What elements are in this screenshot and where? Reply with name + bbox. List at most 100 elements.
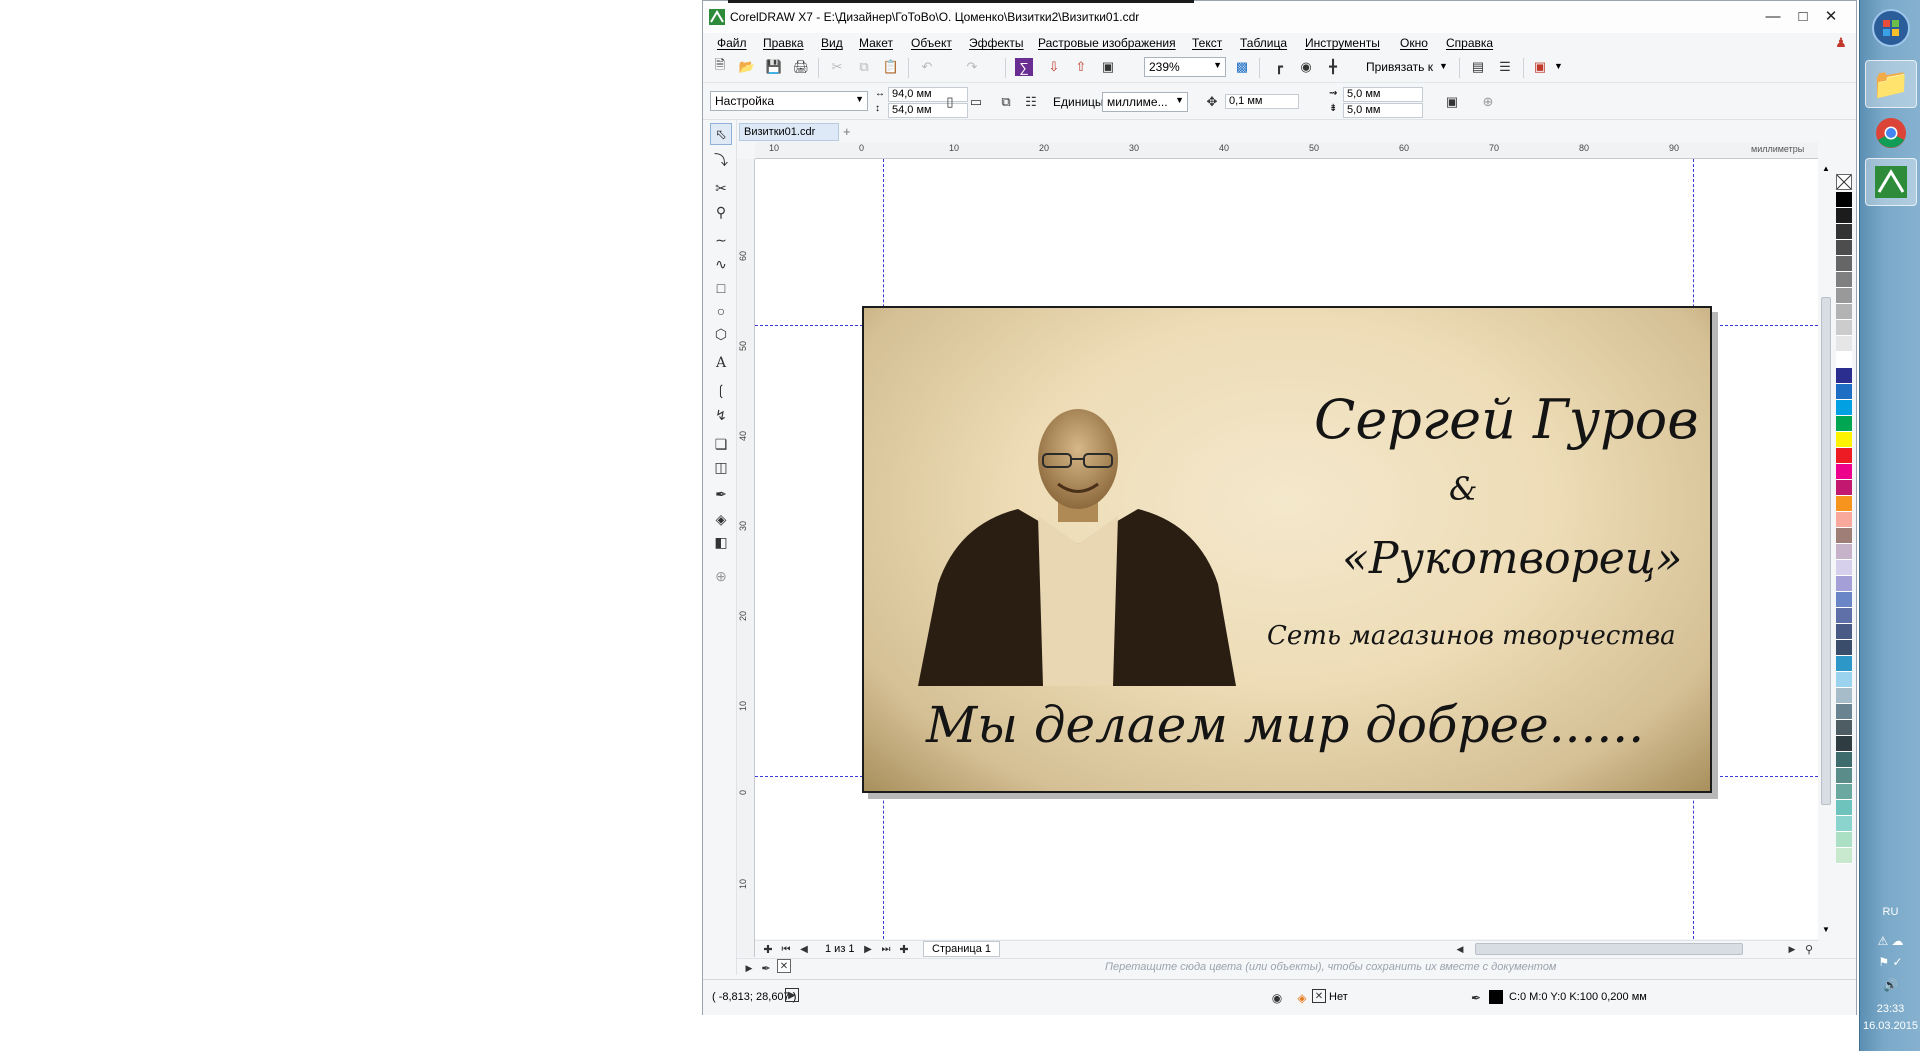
cut-icon[interactable]: ✂ (828, 58, 846, 76)
outline-color-swatch[interactable] (1489, 990, 1503, 1004)
first-page-icon[interactable]: ⏮ (777, 940, 795, 958)
smart-fill-icon[interactable]: ◧ (710, 531, 732, 553)
close-icon[interactable]: ✕ (1817, 5, 1845, 29)
taskbar-coreldraw[interactable] (1865, 158, 1917, 206)
card-ampersand[interactable]: & (1449, 470, 1477, 508)
color-swatch[interactable] (1836, 192, 1852, 208)
color-swatch[interactable] (1836, 496, 1852, 512)
color-swatch[interactable] (1836, 576, 1852, 592)
network-icon[interactable]: ⚑ ✓ (1860, 955, 1920, 969)
menu-table[interactable]: Таблица (1240, 36, 1287, 50)
next-page-icon[interactable]: ▶ (859, 940, 877, 958)
menu-edit[interactable]: Правка (763, 36, 804, 50)
print-icon[interactable]: 🖨 (792, 58, 810, 76)
search-content-icon[interactable]: ∑ (1015, 58, 1033, 76)
pick-tool-icon[interactable]: ⬁ (710, 123, 732, 145)
drop-shadow-icon[interactable]: ❏ (710, 433, 732, 455)
menu-object[interactable]: Объект (911, 36, 952, 50)
vertical-scroll-thumb[interactable] (1821, 297, 1831, 805)
clock-date[interactable]: 16.03.2015 (1860, 1020, 1920, 1032)
color-swatch[interactable] (1836, 704, 1852, 720)
color-swatch[interactable] (1836, 832, 1852, 848)
rulers-toggle-icon[interactable]: ┏ (1270, 58, 1288, 76)
crop-tool-icon[interactable]: ✂ (710, 177, 732, 199)
color-swatch[interactable] (1836, 368, 1852, 384)
ellipse-tool-icon[interactable]: ○ (710, 300, 732, 322)
duplicate-y-field[interactable]: 5,0 мм (1343, 103, 1423, 118)
fill-icon[interactable]: ◈ (1293, 989, 1311, 1007)
minimize-icon[interactable]: — (1759, 5, 1787, 29)
color-swatch[interactable] (1836, 768, 1852, 784)
color-swatch[interactable] (1836, 816, 1852, 832)
scroll-down-icon[interactable]: ▼ (1822, 925, 1830, 934)
color-swatch[interactable] (1836, 224, 1852, 240)
color-swatch[interactable] (1836, 448, 1852, 464)
view-mode-icon[interactable]: ◉ (1297, 58, 1315, 76)
checklist-icon[interactable]: ☰ (1496, 58, 1514, 76)
taskbar-explorer[interactable]: 📁 (1865, 60, 1917, 108)
color-swatch[interactable] (1836, 336, 1852, 352)
units-combo[interactable]: миллиме... ▼ (1102, 92, 1188, 112)
scroll-right-icon[interactable]: ▶ (1783, 940, 1801, 958)
volume-icon[interactable]: 🔊 (1860, 978, 1920, 992)
user-account-icon[interactable]: ♟ (1832, 34, 1850, 52)
portrait-photo[interactable] (918, 404, 1236, 686)
color-swatch[interactable] (1836, 592, 1852, 608)
menu-file[interactable]: Файл (717, 36, 747, 50)
duplicate-x-field[interactable]: 5,0 мм (1343, 87, 1423, 102)
color-swatch[interactable] (1836, 528, 1852, 544)
launcher-icon[interactable]: ▣ (1531, 58, 1549, 76)
options-icon[interactable]: ▤ (1469, 58, 1487, 76)
vertical-ruler[interactable]: 60 50 40 30 20 10 0 10 (737, 159, 755, 957)
color-swatch[interactable] (1836, 800, 1852, 816)
add-page-after-icon[interactable]: ✚ (895, 940, 913, 958)
add-tab-icon[interactable]: + (843, 124, 851, 139)
previous-page-icon[interactable]: ◀ (795, 940, 813, 958)
color-swatch[interactable] (1836, 256, 1852, 272)
last-page-icon[interactable]: ⏭ (877, 940, 895, 958)
no-color-swatch[interactable]: ✕ (777, 959, 791, 973)
nudge-field[interactable]: 0,1 мм (1225, 94, 1299, 109)
polygon-tool-icon[interactable]: ⬡ (710, 323, 732, 345)
color-swatch[interactable] (1836, 384, 1852, 400)
no-color-swatch[interactable] (1836, 174, 1852, 190)
paste-icon[interactable]: 📋 (882, 58, 900, 76)
play-icon[interactable]: ▶ (785, 988, 799, 1002)
color-swatch[interactable] (1836, 432, 1852, 448)
maximize-icon[interactable]: □ (1789, 5, 1817, 29)
guidelines-icon[interactable]: ╋ (1324, 58, 1342, 76)
card-tagline[interactable]: Сеть магазинов творчества (1267, 621, 1676, 651)
business-card[interactable]: Сергей Гуров & «Рукотворец» Сеть магазин… (862, 306, 1712, 793)
clock-time[interactable]: 23:33 (1860, 1003, 1920, 1015)
eyedropper-icon[interactable]: ✒ (757, 959, 775, 977)
color-swatch[interactable] (1836, 720, 1852, 736)
color-swatch[interactable] (1836, 608, 1852, 624)
color-swatch[interactable] (1836, 560, 1852, 576)
menu-bitmaps[interactable]: Растровые изображения (1038, 36, 1176, 50)
menu-help[interactable]: Справка (1446, 36, 1493, 50)
parallel-dimension-icon[interactable]: ❲ (710, 379, 732, 401)
color-swatch[interactable] (1836, 624, 1852, 640)
card-name[interactable]: Сергей Гуров (1314, 388, 1699, 451)
card-company[interactable]: «Рукотворец» (1342, 533, 1682, 584)
color-swatch[interactable] (1836, 656, 1852, 672)
new-document-icon[interactable]: 🗎 (711, 57, 729, 76)
import-icon[interactable]: ⇩ (1045, 58, 1063, 76)
portrait-icon[interactable]: ▯ (941, 93, 959, 111)
color-swatch[interactable] (1836, 784, 1852, 800)
interactive-fill-icon[interactable]: ◈ (710, 508, 732, 530)
connector-tool-icon[interactable]: ↯ (710, 404, 732, 426)
color-swatch[interactable] (1836, 672, 1852, 688)
freehand-tool-icon[interactable]: ∼ (710, 229, 732, 251)
save-icon[interactable]: 💾 (765, 58, 783, 76)
start-button[interactable] (1865, 4, 1917, 52)
color-swatch[interactable] (1836, 320, 1852, 336)
color-swatch[interactable] (1836, 736, 1852, 752)
language-indicator[interactable]: RU (1860, 906, 1920, 918)
palette-menu-icon[interactable]: ▶ (740, 959, 758, 977)
open-icon[interactable]: 📂 (738, 58, 756, 76)
zoom-combo[interactable]: 239% ▼ (1144, 57, 1226, 77)
color-swatch[interactable] (1836, 464, 1852, 480)
add-tool-icon[interactable]: ⊕ (710, 565, 732, 587)
color-swatch[interactable] (1836, 512, 1852, 528)
